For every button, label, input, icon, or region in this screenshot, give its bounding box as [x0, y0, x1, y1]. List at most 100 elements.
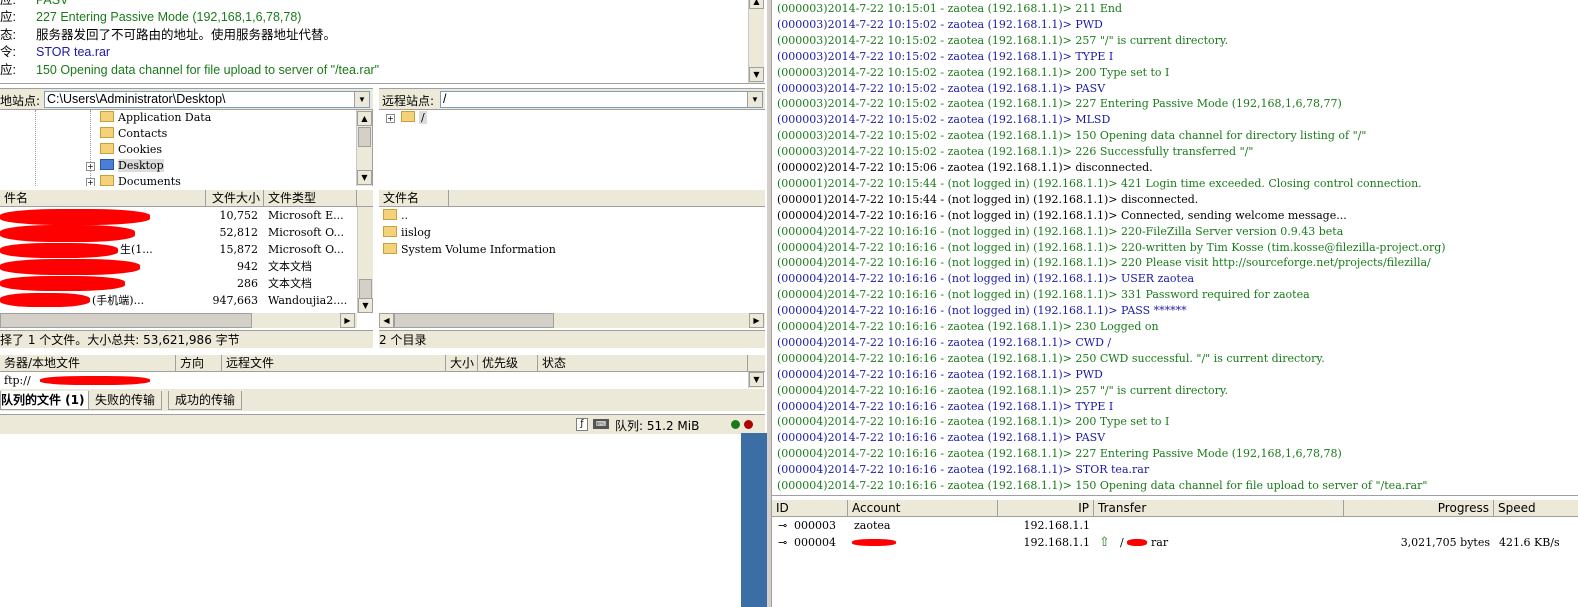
message-text: 150 Opening data channel for file upload… — [36, 63, 380, 77]
scroll-down-button[interactable]: ▼ — [357, 170, 372, 185]
column-header-priority[interactable]: 优先级 — [478, 355, 538, 372]
tree-item[interactable]: Documents — [100, 174, 181, 186]
tab-successful-transfers[interactable]: 成功的传输 — [168, 391, 243, 410]
message-log-scrollbar[interactable]: ▲ ▼ — [748, 0, 764, 83]
scroll-thumb[interactable] — [0, 313, 252, 328]
local-file-scrollbar[interactable]: ▼ — [357, 207, 373, 313]
scroll-right-button[interactable]: ▶ — [749, 313, 764, 328]
tab-label: 成功的传输 — [175, 393, 236, 407]
log-line: (000004)2014-7-22 10:16:16 - zaotea (192… — [777, 367, 1103, 381]
column-header-local-file[interactable]: 务器/本地文件 — [0, 355, 176, 372]
filezilla-client: 应: PASV 应: 227 Entering Passive Mode (19… — [0, 0, 767, 607]
tree-item[interactable]: Contacts — [100, 126, 167, 142]
log-line: (000001)2014-7-22 10:15:44 - (not logged… — [777, 176, 1422, 190]
tree-item-root[interactable]: / — [401, 110, 427, 126]
queue-row[interactable]: ftp:// — [4, 372, 31, 389]
log-line: (000001)2014-7-22 10:15:44 - (not logged… — [777, 192, 1199, 206]
scroll-down-button[interactable]: ▼ — [358, 298, 373, 313]
remote-site-label: 远程站点: — [382, 94, 435, 108]
folder-icon — [401, 111, 415, 122]
column-header-direction[interactable]: 方向 — [176, 355, 222, 372]
tree-item[interactable]: Cookies — [100, 142, 162, 158]
connection-row[interactable]: ⊸ 000003 zaotea 192.168.1.1 — [772, 517, 1578, 534]
log-line: (000004)2014-7-22 10:16:16 - zaotea (192… — [777, 383, 1229, 397]
redaction-mark — [0, 293, 90, 307]
connection-transfer: / — [1120, 536, 1124, 549]
tree-item[interactable]: Application Data — [100, 110, 211, 126]
message-label: 令: — [0, 45, 16, 59]
column-header-id[interactable]: ID — [772, 500, 848, 517]
scroll-down-button[interactable]: ▼ — [749, 372, 764, 387]
queue-header: 务器/本地文件 方向 远程文件 大小 优先级 状态 — [0, 355, 765, 372]
list-item[interactable]: .. — [383, 207, 408, 224]
scroll-thumb[interactable] — [394, 313, 554, 328]
column-header-type[interactable]: 文件类型 — [264, 190, 357, 207]
tab-failed-transfers[interactable]: 失败的传输 — [88, 391, 163, 410]
scroll-down-button[interactable]: ▼ — [749, 67, 764, 82]
column-header-name[interactable]: 文件名 — [379, 190, 449, 207]
message-label: 态: — [0, 28, 16, 42]
log-line: (000004)2014-7-22 10:16:16 - zaotea (192… — [777, 351, 1325, 365]
local-site-input[interactable]: C:\Users\Administrator\Desktop\ ▼ — [44, 91, 370, 108]
column-header-progress[interactable]: Progress — [1344, 500, 1494, 517]
scroll-thumb[interactable] — [358, 127, 371, 147]
message-label: 应: — [0, 10, 16, 24]
connection-id: 000004 — [794, 536, 836, 549]
expand-icon[interactable]: + — [386, 114, 395, 123]
file-name: iislog — [401, 226, 431, 239]
log-line: (000004)2014-7-22 10:16:16 - (not logged… — [777, 288, 1310, 302]
log-line: (000004)2014-7-22 10:16:16 - zaotea (192… — [777, 399, 1114, 413]
column-header-ip[interactable]: IP — [998, 500, 1094, 517]
local-tree-scrollbar[interactable]: ▲ ▼ — [356, 110, 372, 186]
expand-icon[interactable]: + — [86, 162, 95, 171]
queue-scrollbar[interactable]: ▼ — [748, 372, 764, 388]
folder-icon — [383, 209, 397, 220]
tab-queued-files[interactable]: 队列的文件 (1) — [0, 391, 92, 410]
redaction-mark — [0, 259, 140, 275]
scroll-up-button[interactable]: ▲ — [749, 0, 764, 9]
column-header-speed[interactable]: Speed — [1494, 500, 1578, 517]
remote-file-hscrollbar[interactable]: ◀ ▶ — [379, 313, 765, 328]
column-header-status[interactable]: 状态 — [538, 355, 748, 372]
log-line: (000004)2014-7-22 10:16:16 - zaotea (192… — [777, 320, 1159, 333]
file-name: (手机端)... — [92, 294, 145, 307]
list-item[interactable]: System Volume Information — [383, 241, 556, 258]
connection-row[interactable]: ⊸ 000004 192.168.1.1 ⇧ / rar 3,021,705 b… — [772, 534, 1578, 551]
message-text: 服务器发回了不可路由的地址。使用服务器地址代替。 — [36, 28, 337, 42]
connection-progress: 3,021,705 bytes — [1400, 536, 1490, 549]
log-line: (000003)2014-7-22 10:15:02 - zaotea (192… — [777, 81, 1106, 95]
list-item[interactable]: iislog — [383, 224, 431, 241]
column-header-remote-file[interactable]: 远程文件 — [222, 355, 446, 372]
file-size: 947,663 — [212, 294, 259, 307]
tree-item-label: Contacts — [118, 127, 168, 140]
log-line: (000003)2014-7-22 10:15:02 - zaotea (192… — [777, 129, 1367, 143]
column-header-transfer[interactable]: Transfer — [1094, 500, 1344, 517]
column-header-name[interactable]: 件名 — [0, 190, 206, 207]
remote-site-input[interactable]: / ▼ — [440, 91, 763, 108]
log-line: (000003)2014-7-22 10:15:02 - zaotea (192… — [777, 97, 1342, 111]
column-header-size[interactable]: 文件大小 — [206, 190, 264, 207]
file-name: .. — [401, 209, 408, 222]
file-type: Microsoft E... — [268, 209, 344, 222]
scroll-right-button[interactable]: ▶ — [340, 313, 355, 328]
column-header-size[interactable]: 大小 — [446, 355, 478, 372]
chevron-down-icon[interactable]: ▼ — [354, 92, 369, 107]
chevron-down-icon[interactable]: ▼ — [747, 92, 762, 107]
local-file-hscrollbar[interactable]: ▶ — [0, 313, 357, 328]
scroll-left-button[interactable]: ◀ — [379, 313, 394, 328]
message-text: STOR tea.rar — [36, 45, 111, 59]
message-text: 227 Entering Passive Mode (192,168,1,6,7… — [36, 10, 302, 24]
connection-icon: ⊸ — [778, 536, 788, 549]
expand-icon[interactable]: + — [86, 178, 95, 186]
folder-icon — [383, 243, 397, 254]
tree-item-desktop[interactable]: Desktop — [100, 158, 164, 174]
file-name: System Volume Information — [401, 243, 556, 256]
file-size: 15,872 — [219, 243, 259, 256]
column-header-account[interactable]: Account — [848, 500, 998, 517]
remote-file-list-header: 文件名 — [379, 190, 765, 207]
file-name: 生(1... — [120, 243, 153, 256]
scroll-up-button[interactable]: ▲ — [357, 111, 372, 126]
scroll-thumb[interactable] — [359, 279, 372, 299]
filter-icon[interactable]: ƒ — [576, 418, 588, 431]
tree-line — [35, 110, 36, 186]
